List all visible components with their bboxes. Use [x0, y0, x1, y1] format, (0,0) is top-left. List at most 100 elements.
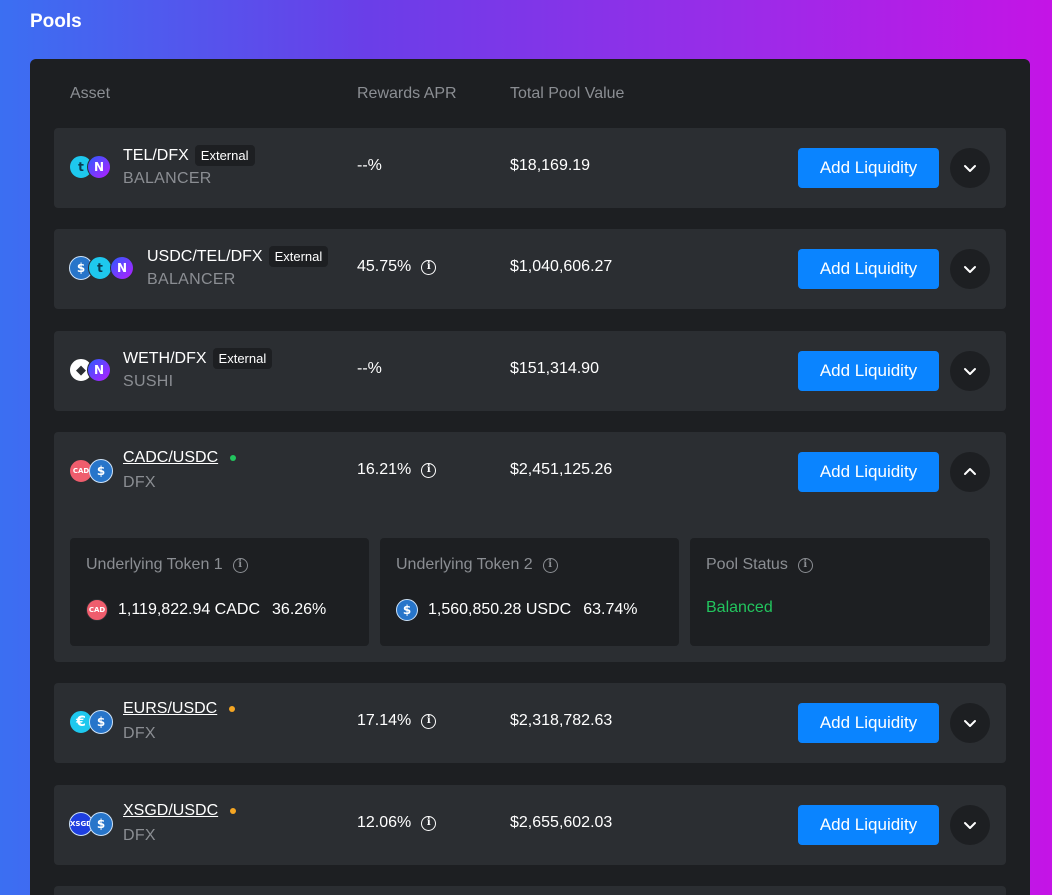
status-dot: [229, 706, 236, 712]
pool-row-tel-dfx[interactable]: t N TEL/DFX External BALANCER --% $18,16…: [54, 128, 1006, 208]
pools-panel: Asset Rewards APR Total Pool Value t N T…: [30, 59, 1030, 895]
pool-status-card: Pool Status i Balanced: [690, 538, 990, 646]
cad-token-icon: CAD: [86, 599, 108, 621]
pool-source: BALANCER: [147, 271, 236, 288]
pool-row-xsgd-usdc[interactable]: XSGD $ XSGD/USDC DFX 12.06% i $2,655,602…: [54, 785, 1006, 865]
chevron-up-icon: [964, 468, 976, 475]
chevron-down-icon: [964, 165, 976, 172]
token2-amount: 1,560,850.28 USDC: [428, 601, 572, 618]
pool-row-weth-dfx[interactable]: ◆ N WETH/DFX External SUSHI --% $151,314…: [54, 331, 1006, 411]
pool-name-link[interactable]: EURS/USDC: [123, 700, 217, 718]
chevron-down-icon: [964, 266, 976, 273]
usdc-token-icon: $: [89, 812, 113, 836]
dfx-token-icon: N: [87, 358, 111, 382]
pool-pair: EURS/USDC: [123, 700, 236, 718]
info-icon[interactable]: i: [421, 815, 437, 831]
pool-source: SUSHI: [123, 373, 174, 390]
add-liquidity-button[interactable]: Add Liquidity: [798, 452, 939, 492]
pool-apr: 16.21% i: [357, 461, 437, 479]
pool-name-link[interactable]: CADC/USDC: [123, 449, 218, 467]
pool-name-link[interactable]: XSGD/USDC: [123, 802, 218, 820]
table-header: Asset Rewards APR Total Pool Value: [30, 85, 1030, 105]
apr-value: 12.06%: [357, 814, 412, 831]
page-title: Pools: [30, 11, 82, 32]
pool-pair: WETH/DFX External: [123, 348, 273, 369]
pool-tvl: $2,318,782.63: [510, 712, 613, 729]
pool-apr: --%: [357, 360, 382, 378]
underlying-token-2-card: Underlying Token 2 i $ 1,560,850.28 USDC…: [380, 538, 679, 646]
token2-percent: 63.74%: [583, 601, 638, 618]
chevron-down-icon: [964, 822, 976, 829]
pool-source: BALANCER: [123, 170, 212, 187]
tel-token-icon: t: [88, 256, 112, 280]
info-icon[interactable]: i: [797, 557, 813, 573]
pool-status-label: Pool Status: [706, 556, 788, 573]
pool-apr: --%: [357, 157, 382, 175]
header-rewards-apr: Rewards APR: [357, 85, 457, 102]
expand-button[interactable]: [950, 148, 990, 188]
apr-value: 17.14%: [357, 712, 412, 729]
token1-percent: 36.26%: [272, 601, 327, 618]
expand-button[interactable]: [950, 805, 990, 845]
add-liquidity-button[interactable]: Add Liquidity: [798, 351, 939, 391]
pool-status-value: Balanced: [706, 599, 773, 616]
card-label: Pool Status i: [706, 556, 813, 574]
add-liquidity-button[interactable]: Add Liquidity: [798, 249, 939, 289]
apr-value: --%: [357, 360, 382, 377]
pool-row-usdc-tel-dfx[interactable]: $ t N USDC/TEL/DFX External BALANCER 45.…: [54, 229, 1006, 309]
collapse-button[interactable]: [950, 452, 990, 492]
pool-name: USDC/TEL/DFX: [147, 247, 263, 265]
dfx-token-icon: N: [110, 256, 134, 280]
apr-value: --%: [357, 157, 382, 174]
apr-value: 45.75%: [357, 258, 412, 275]
info-icon[interactable]: i: [421, 713, 437, 729]
info-icon[interactable]: i: [421, 259, 437, 275]
expand-button[interactable]: [950, 703, 990, 743]
chevron-down-icon: [964, 368, 976, 375]
expand-button[interactable]: [950, 249, 990, 289]
card-label: Underlying Token 2 i: [396, 556, 558, 574]
token2-value: $ 1,560,850.28 USDC 63.74%: [396, 599, 637, 621]
info-icon[interactable]: i: [542, 557, 558, 573]
pool-tvl: $1,040,606.27: [510, 258, 613, 275]
usdc-token-icon: $: [89, 710, 113, 734]
pool-apr: 12.06% i: [357, 814, 437, 832]
pool-source: DFX: [123, 474, 156, 491]
add-liquidity-button[interactable]: Add Liquidity: [798, 148, 939, 188]
info-icon[interactable]: i: [421, 462, 437, 478]
apr-value: 16.21%: [357, 461, 412, 478]
add-liquidity-button[interactable]: Add Liquidity: [798, 805, 939, 845]
token1-value: CAD 1,119,822.94 CADC 36.26%: [86, 599, 326, 621]
pool-name: WETH/DFX: [123, 349, 207, 367]
expand-button[interactable]: [950, 351, 990, 391]
pool-name: TEL/DFX: [123, 146, 189, 164]
info-icon[interactable]: i: [232, 557, 248, 573]
underlying-token-1-card: Underlying Token 1 i CAD 1,119,822.94 CA…: [70, 538, 369, 646]
external-badge: External: [194, 145, 255, 166]
pool-row-partial[interactable]: [54, 886, 1006, 895]
pool-pair: TEL/DFX External: [123, 145, 255, 166]
pool-source: DFX: [123, 827, 156, 844]
token2-label: Underlying Token 2: [396, 556, 533, 573]
pool-pair: USDC/TEL/DFX External: [147, 246, 329, 267]
pool-apr: 17.14% i: [357, 712, 437, 730]
pool-tvl: $18,169.19: [510, 157, 591, 174]
add-liquidity-button[interactable]: Add Liquidity: [798, 703, 939, 743]
pool-apr: 45.75% i: [357, 258, 437, 276]
header-asset: Asset: [70, 85, 111, 102]
usdc-token-icon: $: [89, 459, 113, 483]
token1-amount: 1,119,822.94 CADC: [118, 601, 261, 618]
pool-row-cadc-usdc[interactable]: CAD $ CADC/USDC DFX 16.21% i $2,451,125.…: [54, 432, 1006, 662]
dfx-token-icon: N: [87, 155, 111, 179]
pool-tvl: $151,314.90: [510, 360, 599, 377]
usdc-token-icon: $: [396, 599, 418, 621]
pool-source: DFX: [123, 725, 156, 742]
status-dot: [230, 455, 237, 461]
chevron-down-icon: [964, 720, 976, 727]
pool-pair: XSGD/USDC: [123, 802, 237, 820]
pool-tvl: $2,655,602.03: [510, 814, 613, 831]
external-badge: External: [212, 348, 273, 369]
token1-label: Underlying Token 1: [86, 556, 223, 573]
pool-row-eurs-usdc[interactable]: € $ EURS/USDC DFX 17.14% i $2,318,782.63…: [54, 683, 1006, 763]
card-label: Underlying Token 1 i: [86, 556, 248, 574]
